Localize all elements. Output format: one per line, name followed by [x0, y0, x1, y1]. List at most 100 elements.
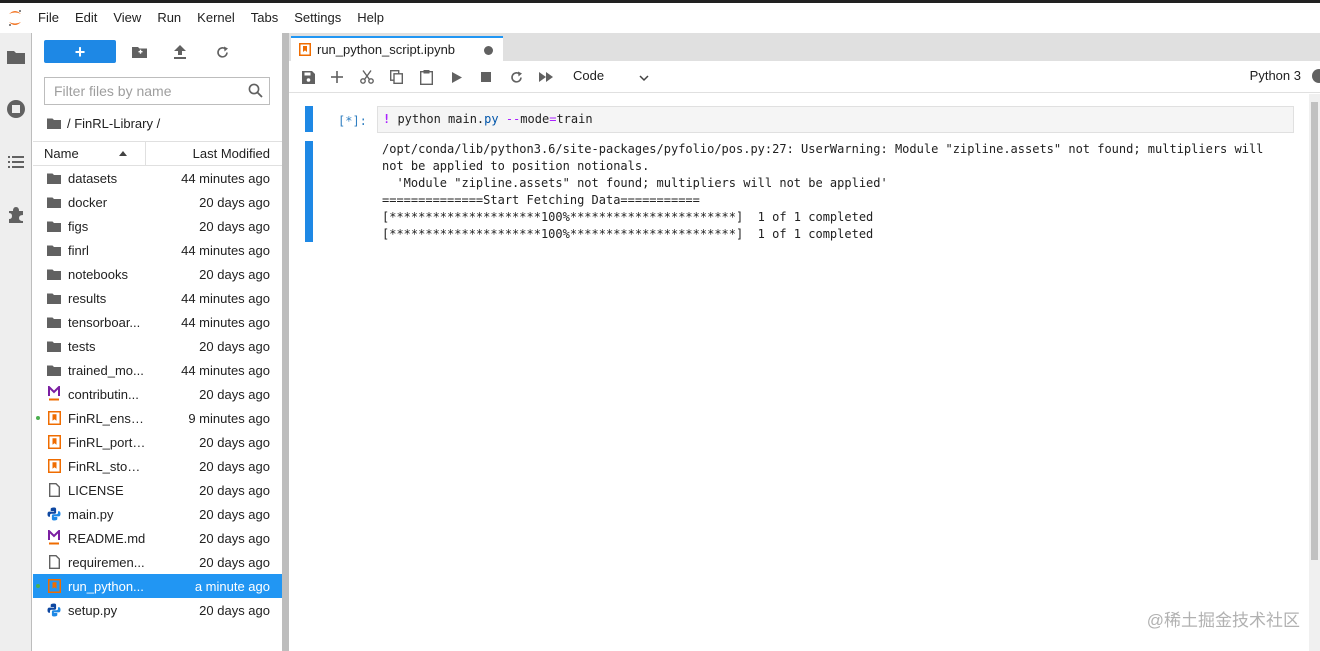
file-name: FinRL_ense...	[68, 410, 146, 426]
folder-icon	[46, 314, 62, 330]
running-sessions-icon[interactable]	[5, 98, 27, 120]
file-name: results	[68, 290, 107, 306]
copy-icon[interactable]	[387, 68, 405, 86]
notebook-icon	[46, 410, 62, 426]
file-modified: 20 days ago	[199, 338, 270, 354]
file-modified: a minute ago	[194, 578, 270, 594]
cell-type-value: Code	[573, 68, 605, 83]
file-name: main.py	[68, 506, 114, 522]
file-row[interactable]: run_python... a minute ago	[33, 574, 282, 598]
folder-icon	[46, 170, 62, 186]
save-icon[interactable]	[299, 68, 317, 86]
menu-tabs[interactable]: Tabs	[243, 3, 286, 33]
file-row[interactable]: results 44 minutes ago	[33, 286, 282, 310]
file-name: docker	[68, 194, 108, 210]
file-name: figs	[68, 218, 89, 234]
kernel-busy-status-icon	[1312, 69, 1320, 83]
upload-icon[interactable]	[170, 42, 190, 62]
menu-help[interactable]: Help	[349, 3, 392, 33]
menu-run[interactable]: Run	[149, 3, 189, 33]
new-launcher-button[interactable]: +	[44, 40, 116, 63]
menu-kernel[interactable]: Kernel	[189, 3, 243, 33]
folder-icon	[46, 242, 62, 258]
file-row[interactable]: notebooks 20 days ago	[33, 262, 282, 286]
input-prompt: [*]:	[338, 114, 367, 128]
name-column-header[interactable]: Name	[33, 142, 146, 165]
output-collapser[interactable]	[305, 141, 313, 242]
file-name: setup.py	[68, 602, 118, 618]
file-row[interactable]: contributin... 20 days ago	[33, 382, 282, 406]
menu-settings[interactable]: Settings	[286, 3, 349, 33]
kernel-name[interactable]: Python 3	[1250, 68, 1301, 83]
restart-run-all-icon[interactable]	[537, 68, 555, 86]
name-column-label: Name	[44, 146, 79, 161]
run-icon[interactable]	[448, 68, 466, 86]
filter-files-input[interactable]	[54, 83, 234, 99]
notebook-icon	[46, 578, 62, 594]
file-row[interactable]: figs 20 days ago	[33, 214, 282, 238]
restart-kernel-icon[interactable]	[507, 68, 525, 86]
file-row[interactable]: tensorboar... 44 minutes ago	[33, 310, 282, 334]
tab-label: run_python_script.ipynb	[317, 42, 456, 57]
file-name: notebooks	[68, 266, 128, 282]
unsaved-indicator-icon[interactable]	[484, 46, 493, 55]
file-row[interactable]: docker 20 days ago	[33, 190, 282, 214]
scrollbar-thumb[interactable]	[1311, 102, 1318, 560]
file-modified: 44 minutes ago	[181, 362, 270, 378]
cut-icon[interactable]	[358, 68, 376, 86]
menu-file[interactable]: File	[30, 3, 67, 33]
cell-type-dropdown[interactable]: Code	[573, 66, 653, 86]
activity-bar	[0, 33, 32, 651]
file-modified: 20 days ago	[199, 482, 270, 498]
menu-view[interactable]: View	[105, 3, 149, 33]
running-indicator-icon	[36, 584, 40, 588]
file-modified: 44 minutes ago	[181, 290, 270, 306]
file-name: run_python...	[68, 578, 144, 594]
filter-files-field[interactable]	[44, 77, 270, 105]
file-row[interactable]: tests 20 days ago	[33, 334, 282, 358]
file-row[interactable]: README.md 20 days ago	[33, 526, 282, 550]
file-modified: 20 days ago	[199, 530, 270, 546]
file-name: FinRL_stock...	[68, 458, 146, 474]
new-folder-icon[interactable]	[129, 42, 149, 62]
folder-icon	[46, 362, 62, 378]
code-cell-editor[interactable]: ! python main.py --mode=train	[377, 106, 1294, 133]
file-browser-folder-icon[interactable]	[5, 46, 27, 68]
refresh-icon[interactable]	[212, 42, 232, 62]
notebook-icon	[46, 434, 62, 450]
folder-icon	[46, 290, 62, 306]
file-modified: 20 days ago	[199, 554, 270, 570]
paste-icon[interactable]	[417, 68, 435, 86]
file-modified: 20 days ago	[199, 386, 270, 402]
file-name: datasets	[68, 170, 118, 186]
panel-splitter[interactable]	[282, 33, 289, 651]
search-icon	[248, 83, 263, 101]
extensions-puzzle-icon[interactable]	[5, 204, 27, 226]
file-modified: 9 minutes ago	[188, 410, 270, 426]
input-collapser[interactable]	[305, 106, 313, 132]
file-name: finrl	[68, 242, 89, 258]
file-row[interactable]: finrl 44 minutes ago	[33, 238, 282, 262]
home-folder-icon[interactable]	[47, 118, 61, 129]
file-row[interactable]: FinRL_stock... 20 days ago	[33, 454, 282, 478]
breadcrumb-path[interactable]: / FinRL-Library /	[67, 116, 160, 131]
file-row[interactable]: FinRL_portf... 20 days ago	[33, 430, 282, 454]
file-row[interactable]: LICENSE 20 days ago	[33, 478, 282, 502]
menu-edit[interactable]: Edit	[67, 3, 105, 33]
file-modified: 20 days ago	[199, 434, 270, 450]
file-row[interactable]: main.py 20 days ago	[33, 502, 282, 526]
stop-icon[interactable]	[477, 68, 495, 86]
tab-run-python-script[interactable]: run_python_script.ipynb	[291, 36, 503, 61]
table-of-contents-icon[interactable]	[5, 151, 27, 173]
folder-icon	[46, 266, 62, 282]
insert-cell-icon[interactable]	[328, 68, 346, 86]
file-row[interactable]: datasets 44 minutes ago	[33, 166, 282, 190]
file-row[interactable]: trained_mo... 44 minutes ago	[33, 358, 282, 382]
file-row[interactable]: requiremen... 20 days ago	[33, 550, 282, 574]
file-row[interactable]: setup.py 20 days ago	[33, 598, 282, 622]
last-modified-column-header[interactable]: Last Modified	[146, 142, 282, 165]
notebook-scrollbar[interactable]	[1309, 94, 1320, 651]
file-name: tests	[68, 338, 96, 354]
menubar: File Edit View Run Kernel Tabs Settings …	[0, 3, 1320, 33]
file-row[interactable]: FinRL_ense... 9 minutes ago	[33, 406, 282, 430]
